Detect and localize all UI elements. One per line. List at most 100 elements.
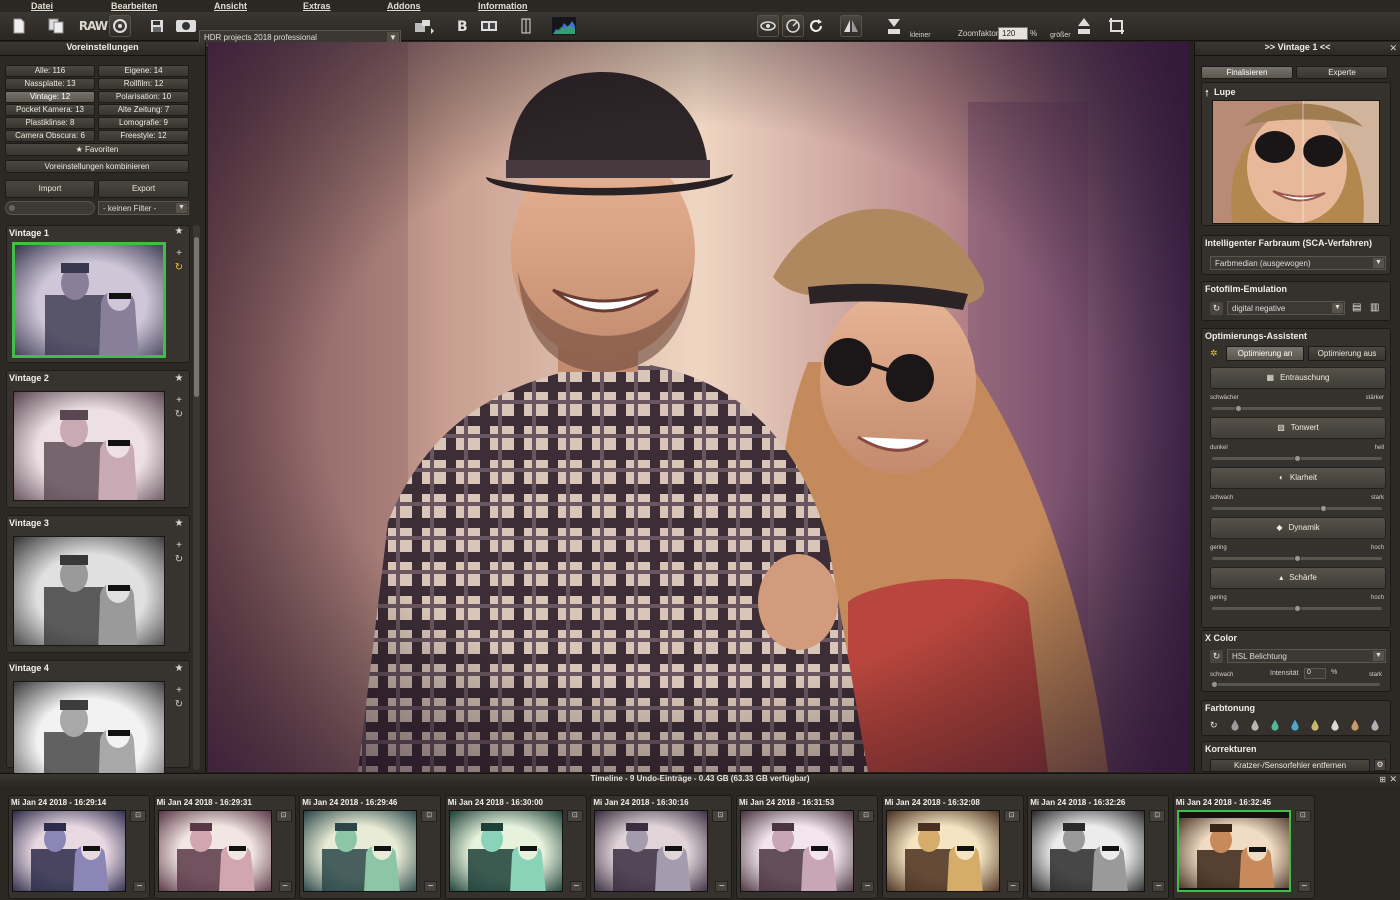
- preset-card[interactable]: Vintage 3 ★ + ↻: [6, 515, 190, 653]
- compare-view-icon[interactable]: [478, 15, 500, 37]
- histogram-icon[interactable]: [551, 15, 577, 37]
- category-button[interactable]: Freestyle: 12: [98, 130, 189, 142]
- film-compare-icon[interactable]: ▥: [1370, 302, 1379, 313]
- category-button[interactable]: Eigene: 14: [98, 65, 189, 77]
- timeline-entry[interactable]: Mi Jan 24 2018 - 16:32:45 ⊡ −: [1172, 795, 1315, 899]
- raw-button[interactable]: RAW: [79, 15, 108, 37]
- timeline-thumbnail[interactable]: [740, 810, 854, 892]
- favorite-star-icon[interactable]: ★: [173, 518, 185, 529]
- category-button[interactable]: Alle: 116: [5, 65, 95, 77]
- menu-information[interactable]: Information: [478, 1, 528, 11]
- preset-thumbnail[interactable]: [13, 536, 165, 646]
- camera-settings-icon[interactable]: [109, 15, 131, 37]
- refresh-icon[interactable]: ↻: [1210, 650, 1223, 663]
- menu-extras[interactable]: Extras: [303, 1, 331, 11]
- remove-scratches-button[interactable]: Kratzer-/Sensorfehler entfernen: [1210, 759, 1370, 772]
- control-slider-knob[interactable]: [1294, 555, 1301, 562]
- timeline-entry-icon[interactable]: ⊡: [566, 810, 583, 822]
- open-files-icon[interactable]: [45, 15, 67, 37]
- redo-icon[interactable]: [806, 15, 828, 37]
- optimization-off-button[interactable]: Optimierung aus: [1308, 346, 1386, 361]
- timeline-thumbnail[interactable]: [885, 810, 1000, 892]
- preview-eye-icon[interactable]: [757, 15, 779, 37]
- timeline-close-icon[interactable]: ✕: [1389, 774, 1397, 785]
- control-2-button[interactable]: ▨ Tonwert: [1210, 417, 1386, 439]
- timeline-thumbnail[interactable]: [1031, 810, 1146, 892]
- remove-entry-icon[interactable]: −: [1006, 881, 1020, 892]
- film-settings-icon[interactable]: ▤: [1352, 302, 1361, 313]
- add-icon[interactable]: +: [173, 248, 185, 259]
- remove-entry-icon[interactable]: −: [133, 881, 146, 892]
- category-button[interactable]: Polarisation: 10: [98, 91, 189, 103]
- apply-icon[interactable]: ↻: [173, 409, 185, 420]
- window-layout-icon[interactable]: [412, 15, 438, 37]
- mirror-icon[interactable]: [840, 15, 862, 37]
- timeline-pin-icon[interactable]: ⊞: [1379, 775, 1386, 784]
- timeline-entry[interactable]: Mi Jan 24 2018 - 16:32:26 ⊡ −: [1027, 795, 1170, 899]
- menu-datei[interactable]: Datei: [31, 1, 53, 11]
- menu-bearbeiten[interactable]: Bearbeiten: [111, 1, 158, 11]
- refresh-icon[interactable]: ↻: [1210, 720, 1218, 731]
- timeline-entry[interactable]: Mi Jan 24 2018 - 16:31:53 ⊡ −: [736, 795, 878, 899]
- toning-drop-icon[interactable]: [1330, 718, 1340, 732]
- save-icon[interactable]: [146, 15, 168, 37]
- optimization-on-button[interactable]: Optimierung an: [1226, 346, 1304, 361]
- tab-experte[interactable]: Experte: [1296, 66, 1388, 79]
- favorites-button[interactable]: ★ Favoriten: [5, 143, 189, 156]
- control-4-button[interactable]: ◆ Dynamik: [1210, 517, 1386, 539]
- remove-entry-icon[interactable]: −: [861, 881, 874, 892]
- control-slider-knob[interactable]: [1234, 405, 1242, 412]
- category-button[interactable]: Nassplatte: 13: [5, 78, 95, 90]
- remove-entry-icon[interactable]: −: [569, 881, 583, 892]
- control-slider-knob[interactable]: [1294, 455, 1301, 462]
- intensity-slider-knob[interactable]: [1211, 681, 1218, 688]
- remove-entry-icon[interactable]: −: [278, 881, 292, 892]
- toning-drop-icon[interactable]: [1250, 718, 1260, 732]
- control-slider-knob[interactable]: [1294, 605, 1301, 612]
- control-3-button[interactable]: ◐ Klarheit: [1210, 467, 1386, 489]
- color-space-select[interactable]: Farbmedian (ausgewogen) ▼: [1210, 256, 1386, 270]
- loupe-preview[interactable]: [1212, 100, 1380, 224]
- timeline-thumbnail[interactable]: [594, 810, 709, 892]
- control-5-button[interactable]: ▴ Schärfe: [1210, 567, 1386, 589]
- category-button[interactable]: Pocket Kamera: 13: [5, 104, 95, 116]
- timeline-thumbnail[interactable]: [12, 810, 126, 892]
- crop-rotate-icon[interactable]: [1106, 15, 1128, 37]
- timeline-entry[interactable]: Mi Jan 24 2018 - 16:32:08 ⊡ −: [881, 795, 1024, 899]
- control-1-button[interactable]: ▦ Entrauschung: [1210, 367, 1386, 389]
- timeline-entry[interactable]: Mi Jan 24 2018 - 16:30:16 ⊡ −: [590, 795, 733, 899]
- timeline-thumbnail[interactable]: [303, 810, 418, 892]
- menu-addons[interactable]: Addons: [387, 1, 421, 11]
- timeline-entry-icon[interactable]: ⊡: [421, 810, 438, 822]
- category-button[interactable]: Camera Obscura: 6: [5, 130, 95, 142]
- projects-icon[interactable]: [174, 15, 198, 37]
- control-slider-knob[interactable]: [1319, 505, 1327, 512]
- main-image-canvas[interactable]: [208, 42, 1190, 772]
- remove-entry-icon[interactable]: −: [1152, 881, 1166, 892]
- remove-entry-icon[interactable]: −: [715, 881, 729, 892]
- add-icon[interactable]: +: [173, 540, 185, 551]
- tab-finalisieren[interactable]: Finalisieren: [1201, 66, 1293, 79]
- new-file-icon[interactable]: [8, 15, 30, 37]
- refresh-icon[interactable]: ↻: [1210, 302, 1223, 315]
- category-button[interactable]: Alte Zeitung: 7: [98, 104, 189, 116]
- category-button[interactable]: Plastiklinse: 8: [5, 117, 95, 129]
- timeline-entry[interactable]: Mi Jan 24 2018 - 16:29:14 ⊡ −: [8, 795, 150, 899]
- export-b-icon[interactable]: B: [452, 15, 474, 37]
- toning-drop-icon[interactable]: [1370, 718, 1380, 732]
- toning-drop-icon[interactable]: [1230, 718, 1240, 732]
- category-button[interactable]: Lomografie: 9: [98, 117, 189, 129]
- xcolor-select[interactable]: HSL Belichtung ▼: [1227, 649, 1386, 663]
- timeline-entry-icon[interactable]: ⊡: [1003, 810, 1020, 822]
- timeline-entry-icon[interactable]: ⊡: [130, 810, 146, 822]
- favorite-star-icon[interactable]: ★: [173, 226, 185, 237]
- preset-card[interactable]: Vintage 4 ★ + ↻: [6, 660, 190, 791]
- timeline-thumbnail[interactable]: [157, 810, 272, 892]
- zoom-out-icon[interactable]: [884, 15, 904, 37]
- timeline-entry-icon[interactable]: ⊡: [1294, 810, 1311, 822]
- timeline-thumbnail[interactable]: [1176, 810, 1291, 892]
- timeline-entry-icon[interactable]: ⊡: [712, 810, 729, 822]
- scrollbar-thumb[interactable]: [194, 237, 199, 397]
- category-button[interactable]: Rollfilm: 12: [98, 78, 189, 90]
- toning-drop-icon[interactable]: [1290, 718, 1300, 732]
